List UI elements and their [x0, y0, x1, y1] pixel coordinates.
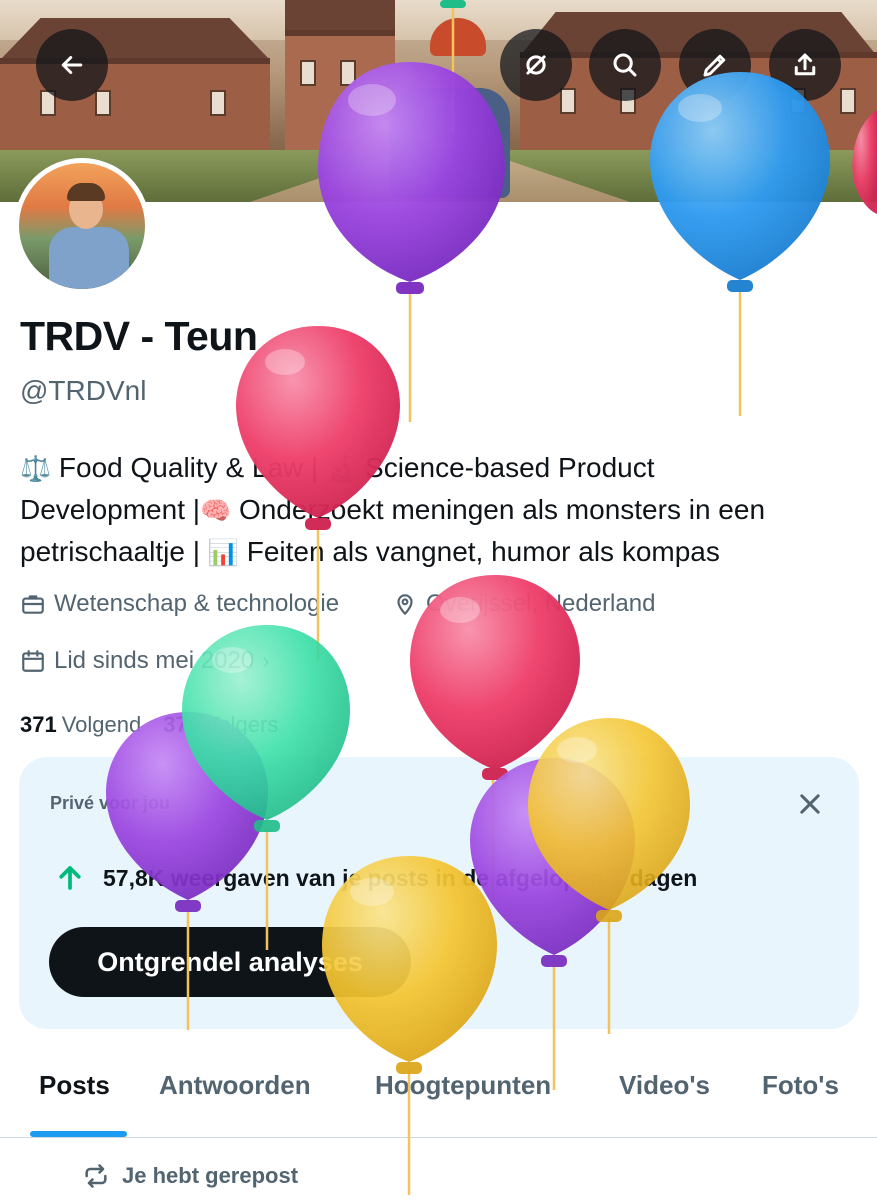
- profile-tabs: Posts Antwoorden Hoogtepunten Video's Fo…: [0, 1052, 877, 1138]
- edit-button[interactable]: [679, 29, 751, 101]
- profile-joined[interactable]: Lid sinds mei 2020 ›: [20, 647, 269, 675]
- follow-stats: 371 Volgend 375 Volgers: [20, 712, 278, 738]
- banner-window: [95, 90, 111, 116]
- banner-window: [840, 88, 856, 114]
- followers-link[interactable]: 375 Volgers: [163, 712, 278, 738]
- handle: @TRDVnl: [20, 375, 147, 406]
- arrow-left-icon: [61, 56, 83, 74]
- mute-icon: [526, 55, 546, 75]
- tab-highlights[interactable]: Hoogtepunten: [375, 1070, 551, 1101]
- display-name: TRDV - Teun: [20, 313, 258, 359]
- banner-person: [380, 18, 510, 202]
- bio-text: Onderzoekt meningen als monsters in een: [231, 494, 766, 525]
- views-stat-text: 57,8K weergaven van je posts in de afgel…: [103, 864, 698, 891]
- bio-text: Development |: [20, 494, 201, 525]
- share-icon: [794, 53, 816, 76]
- search-button[interactable]: [589, 29, 661, 101]
- chevron-right-icon: ›: [262, 648, 270, 673]
- avatar[interactable]: [14, 158, 150, 294]
- microscope-icon: 🔬: [326, 454, 358, 483]
- profile-banner[interactable]: [0, 0, 877, 202]
- bio-text: Feiten als vangnet, humor als kompas: [238, 536, 720, 567]
- back-button[interactable]: [36, 29, 108, 101]
- repost-icon: [85, 1164, 107, 1188]
- location-pin-icon: [397, 594, 413, 615]
- mute-button[interactable]: [500, 29, 572, 101]
- followers-label: Volgers: [204, 712, 279, 737]
- avatar-figure-body: [49, 227, 129, 289]
- banner-window: [560, 88, 576, 114]
- avatar-figure-hair: [67, 183, 105, 201]
- bio-text: petrischaaltje |: [20, 536, 208, 567]
- arrow-up-icon: [59, 866, 81, 890]
- tab-posts[interactable]: Posts: [39, 1070, 110, 1101]
- calendar-icon: [22, 650, 44, 672]
- bio-line-2: Development |🧠 Onderzoekt meningen als m…: [20, 489, 860, 531]
- card-close-button[interactable]: [791, 785, 829, 823]
- banner-window: [300, 60, 316, 86]
- bio: ⚖️ Food Quality & Law | 🔬 Science-based …: [20, 447, 860, 573]
- location-text: Overijssel, Nederland: [426, 590, 656, 617]
- banner-window: [340, 60, 356, 86]
- edit-icon: [703, 54, 726, 77]
- tab-videos[interactable]: Video's: [619, 1070, 710, 1101]
- joined-text: Lid sinds mei 2020: [54, 647, 255, 674]
- repost-label: Je hebt gerepost: [122, 1163, 299, 1188]
- bio-line-1: ⚖️ Food Quality & Law | 🔬 Science-based …: [20, 447, 860, 489]
- unlock-analytics-button[interactable]: Ontgrendel analyses: [49, 927, 411, 997]
- close-icon: [800, 794, 820, 814]
- private-analytics-card: Privé voor jou 57,8K weergaven van je po…: [19, 757, 859, 1029]
- category-text: Wetenschap & technologie: [54, 590, 340, 617]
- followers-count: 375: [163, 712, 200, 737]
- search-icon: [613, 53, 637, 77]
- card-label: Privé voor jou: [50, 793, 171, 813]
- bio-line-3: petrischaaltje | 📊 Feiten als vangnet, h…: [20, 531, 860, 573]
- repost-indicator: Je hebt gerepost: [82, 1162, 298, 1190]
- following-count: 371: [20, 712, 57, 737]
- banner-window: [210, 90, 226, 116]
- following-label: Volgend: [61, 712, 142, 737]
- profile-location: Overijssel, Nederland: [392, 590, 655, 618]
- scales-icon: ⚖️: [20, 454, 52, 483]
- briefcase-icon: [22, 595, 44, 614]
- share-button[interactable]: [769, 29, 841, 101]
- profile-category: Wetenschap & technologie: [20, 590, 339, 618]
- active-tab-indicator: [30, 1131, 127, 1137]
- bio-text: Science-based Product: [357, 452, 655, 483]
- tab-replies[interactable]: Antwoorden: [159, 1070, 311, 1101]
- following-link[interactable]: 371 Volgend: [20, 712, 141, 738]
- bio-text: Food Quality & Law |: [58, 452, 327, 483]
- banner-house-center: [285, 30, 395, 158]
- brain-icon: 🧠: [200, 496, 232, 525]
- bar-chart-icon: 📊: [207, 538, 239, 567]
- views-stat: 57,8K weergaven van je posts in de afgel…: [55, 863, 697, 893]
- tab-photos[interactable]: Foto's: [762, 1070, 839, 1101]
